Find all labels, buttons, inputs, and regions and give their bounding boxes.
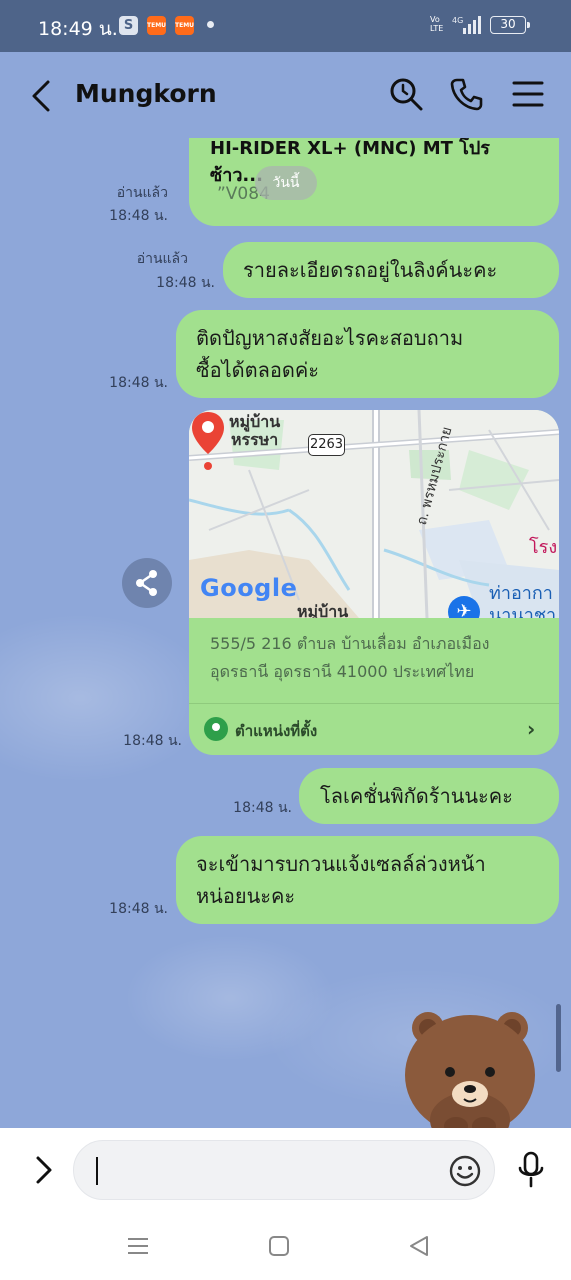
map-label: โรง — [529, 537, 558, 558]
status-time: 18:49 น. — [38, 18, 118, 40]
back-arrow-icon[interactable] — [26, 76, 58, 116]
google-logo-letters: Google — [200, 574, 298, 602]
address-line: อุดรธานี อุดรธานี 41000 ประเทศไทย — [210, 662, 475, 681]
chat-header: Mungkorn — [0, 52, 571, 138]
network-type-label: 4G — [452, 16, 463, 25]
message-input-bar — [0, 1128, 571, 1212]
chat-messages[interactable]: อ่านแล้ว 18:48 น. RANGER ALL-NEW OPEN CA… — [0, 138, 571, 1128]
message-input[interactable] — [73, 1140, 495, 1200]
read-receipt: อ่านแล้ว — [136, 251, 188, 267]
nav-back-icon[interactable] — [405, 1232, 433, 1260]
scrollbar[interactable] — [556, 1004, 561, 1072]
location-footer-label: ตำแหน่งที่ตั้ง — [235, 722, 318, 740]
text-caret — [96, 1157, 98, 1185]
menu-icon[interactable] — [510, 76, 546, 112]
system-nav-bar — [0, 1212, 571, 1280]
location-pin-icon — [204, 717, 228, 741]
emoji-icon[interactable] — [448, 1154, 482, 1188]
location-footer[interactable]: ตำแหน่งที่ตั้ง › — [189, 704, 559, 755]
battery-icon: 30 — [490, 16, 530, 34]
home-icon[interactable] — [265, 1232, 293, 1260]
road-number-badge: 2263 — [308, 434, 345, 456]
message-bubble[interactable]: โลเคชั่นพิกัดร้านนะคะ — [299, 768, 559, 824]
message-line: จะเข้ามารบกวนแจ้งเซลล์ล่วงหน้า — [196, 852, 486, 876]
share-icon — [136, 570, 157, 596]
share-button[interactable] — [122, 558, 172, 608]
more-notifications-dot-icon — [207, 21, 214, 28]
address-line: 555/5 216 ตำบล บ้านเลื่อม อำเภอเมือง — [210, 634, 490, 653]
message-line: ติดปัญหาสงสัยอะไรคะสอบถาม — [196, 326, 464, 350]
message-time: 18:48 น. — [233, 800, 292, 816]
search-icon[interactable] — [388, 76, 424, 112]
app-notification-icon: S — [119, 16, 138, 35]
location-address: 555/5 216 ตำบล บ้านเลื่อม อำเภอเมือง อุด… — [210, 630, 550, 686]
map-label: หรรษา — [231, 430, 279, 449]
chevron-right-icon: › — [527, 717, 536, 741]
expand-icon[interactable] — [32, 1152, 56, 1188]
map-preview[interactable]: หมู่บ้าน หรรษา 2263 ถ. พรหมประกาย โรง ท่… — [189, 410, 559, 618]
google-logo: Google — [200, 574, 297, 602]
location-pin-icon — [192, 412, 224, 470]
date-separator: วันนี้ — [255, 166, 317, 200]
volte-indicator: Vo LTE — [430, 15, 444, 33]
message-time: 18:48 น. — [123, 733, 182, 749]
bear-sticker[interactable] — [400, 1000, 540, 1128]
message-bubble[interactable]: ติดปัญหาสงสัยอะไรคะสอบถาม ซื้อได้ตลอดค่ะ — [176, 310, 559, 398]
status-bar: 18:49 น. S TEMU TEMU Vo LTE 4G 30 — [0, 0, 571, 52]
location-card[interactable]: หมู่บ้าน หรรษา 2263 ถ. พรหมประกาย โรง ท่… — [189, 410, 559, 755]
signal-icon: 4G — [452, 16, 481, 34]
message-bubble[interactable]: จะเข้ามารบกวนแจ้งเซลล์ล่วงหน้า หน่อยนะคะ — [176, 836, 559, 924]
recent-apps-icon[interactable] — [124, 1232, 152, 1260]
map-label: หมู่บ้าน — [297, 602, 349, 618]
message-time: 18:48 น. — [109, 375, 168, 391]
link-preview-bubble[interactable]: RANGER ALL-NEW OPEN CAB 2.2 HI-RIDER XL+… — [189, 138, 559, 226]
chat-title[interactable]: Mungkorn — [75, 79, 217, 108]
message-time: 18:48 น. — [109, 208, 168, 224]
phone-icon[interactable] — [449, 76, 485, 112]
temu-notification-icon: TEMU — [147, 16, 166, 35]
read-receipt: อ่านแล้ว — [116, 185, 168, 201]
message-line: หน่อยนะคะ — [196, 884, 296, 908]
message-bubble[interactable]: รายละเอียดรถอยู่ในลิงค์นะคะ — [223, 242, 559, 298]
battery-level: 30 — [500, 17, 516, 31]
temu-notification-icon: TEMU — [175, 16, 194, 35]
map-label: นานาชา — [489, 605, 557, 618]
message-time: 18:48 น. — [109, 901, 168, 917]
message-time: 18:48 น. — [156, 275, 215, 291]
message-line: ซื้อได้ตลอดค่ะ — [196, 358, 319, 382]
mic-icon[interactable] — [515, 1150, 547, 1190]
